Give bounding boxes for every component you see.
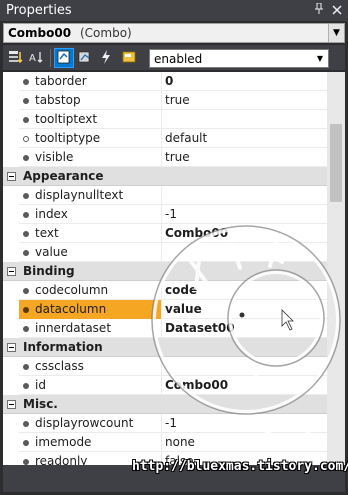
bullet-icon	[23, 155, 29, 161]
property-name: innerdataset	[35, 321, 112, 335]
property-name: datacolumn	[35, 302, 107, 316]
property-value[interactable]: none	[165, 435, 195, 449]
collapse-icon[interactable]	[7, 172, 16, 181]
property-value[interactable]: 0	[165, 74, 173, 88]
property-row-text[interactable]: text Combo00	[3, 224, 327, 243]
property-name: displayrowcount	[35, 416, 134, 430]
watermark-text: http://bluexmas.tistory.com/	[132, 459, 348, 474]
svg-text:A: A	[29, 53, 36, 64]
property-pages-icon[interactable]	[119, 48, 139, 68]
filter-value: enabled	[154, 52, 203, 66]
bullet-icon	[23, 288, 29, 294]
property-value[interactable]: value	[165, 302, 202, 316]
bullet-icon	[23, 421, 29, 427]
bullet-icon	[23, 326, 29, 332]
property-row-imemode[interactable]: imemode none	[3, 433, 327, 452]
property-row-innerdataset[interactable]: innerdataset Dataset00	[3, 319, 327, 338]
category-misc[interactable]: Misc.	[3, 395, 327, 414]
alphabetical-icon[interactable]: A	[27, 48, 47, 68]
title-bar: Properties	[0, 0, 348, 22]
bullet-icon	[23, 307, 29, 313]
property-value[interactable]: -1	[165, 207, 177, 221]
collapse-icon[interactable]	[7, 343, 16, 352]
property-name: tabstop	[35, 93, 81, 107]
object-type: (Combo)	[80, 26, 132, 40]
lightning-icon[interactable]	[96, 48, 116, 68]
property-value[interactable]: Dataset00	[165, 321, 235, 335]
chevron-down-icon[interactable]: ▼	[328, 24, 344, 42]
property-value[interactable]: Combo00	[165, 378, 228, 392]
property-row-tooltiptext[interactable]: tooltiptext	[3, 110, 327, 129]
category-label: Misc.	[23, 397, 58, 411]
property-name: tooltiptype	[35, 131, 101, 145]
object-name: Combo00	[8, 26, 72, 40]
property-row-cssclass[interactable]: cssclass	[3, 357, 327, 376]
categorized-icon[interactable]	[6, 48, 26, 68]
bullet-icon	[23, 440, 29, 446]
collapse-icon[interactable]	[7, 267, 16, 276]
bullet-icon	[23, 383, 29, 389]
bullet-icon	[23, 193, 29, 199]
property-name: codecolumn	[35, 283, 109, 297]
scrollbar-thumb[interactable]	[330, 124, 342, 202]
property-name: text	[35, 226, 59, 240]
property-value[interactable]: code	[165, 283, 197, 297]
toolbar: A enabled ▼	[3, 45, 345, 71]
property-row-datacolumn[interactable]: datacolumn value	[3, 300, 327, 319]
category-label: Information	[23, 340, 103, 354]
filter-combo[interactable]: enabled ▼	[149, 49, 329, 68]
bullet-icon	[23, 212, 29, 218]
property-name: index	[35, 207, 68, 221]
pin-icon[interactable]	[312, 2, 326, 18]
bullet-icon	[23, 231, 29, 237]
property-value[interactable]: Combo00	[165, 226, 228, 240]
property-value[interactable]: true	[165, 150, 190, 164]
property-name: value	[35, 245, 68, 259]
property-row-taborder[interactable]: taborder 0	[3, 72, 327, 91]
category-binding[interactable]: Binding	[3, 262, 327, 281]
property-row-displaynulltext[interactable]: displaynulltext	[3, 186, 327, 205]
vertical-scrollbar[interactable]	[327, 72, 345, 465]
chevron-down-icon[interactable]: ▼	[312, 50, 328, 67]
property-row-visible[interactable]: visible true	[3, 148, 327, 167]
property-name: imemode	[35, 435, 92, 449]
properties-panel: Properties Combo00 (Combo) ▼ A enabled ▼…	[0, 0, 348, 495]
property-name: id	[35, 378, 46, 392]
properties-icon[interactable]	[54, 48, 74, 68]
property-name: readonly	[35, 454, 88, 465]
bullet-icon	[23, 250, 29, 256]
property-row-tooltiptype[interactable]: tooltiptype default	[3, 129, 327, 148]
collapse-icon[interactable]	[7, 400, 16, 409]
close-icon[interactable]	[330, 4, 344, 18]
property-row-displayrowcount[interactable]: displayrowcount -1	[3, 414, 327, 433]
property-name: displaynulltext	[35, 188, 124, 202]
property-value[interactable]: -1	[165, 416, 177, 430]
property-value[interactable]: default	[165, 131, 207, 145]
property-grid: taborder 0 tabstop true tooltiptext tool…	[3, 72, 327, 465]
property-row-codecolumn[interactable]: codecolumn code	[3, 281, 327, 300]
object-selector[interactable]: Combo00 (Combo) ▼	[3, 23, 345, 43]
property-row-id[interactable]: id Combo00	[3, 376, 327, 395]
property-row-index[interactable]: index -1	[3, 205, 327, 224]
bullet-icon	[23, 136, 29, 142]
property-name: tooltiptext	[35, 112, 98, 126]
bullet-icon	[23, 117, 29, 123]
category-information[interactable]: Information	[3, 338, 327, 357]
panel-title: Properties	[6, 3, 72, 18]
bullet-icon	[23, 98, 29, 104]
property-name: cssclass	[35, 359, 84, 373]
property-name: visible	[35, 150, 74, 164]
bullet-icon	[23, 79, 29, 85]
events-icon[interactable]	[75, 48, 95, 68]
bullet-icon	[23, 364, 29, 370]
category-appearance[interactable]: Appearance	[3, 167, 327, 186]
property-row-value[interactable]: value	[3, 243, 327, 262]
property-name: taborder	[35, 74, 87, 88]
property-row-tabstop[interactable]: tabstop true	[3, 91, 327, 110]
category-label: Appearance	[23, 169, 104, 183]
property-value[interactable]: true	[165, 93, 190, 107]
category-label: Binding	[23, 264, 75, 278]
